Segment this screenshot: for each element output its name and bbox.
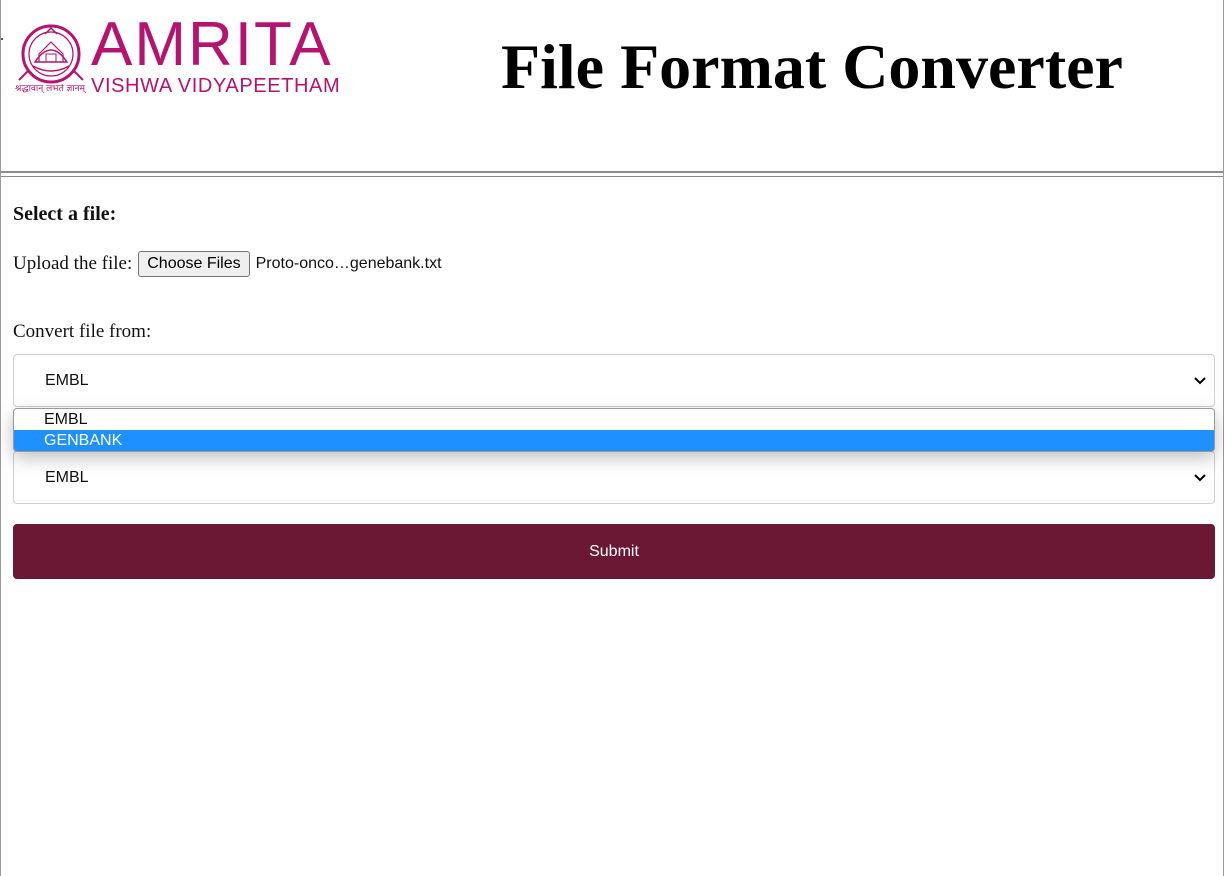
convert-from-value: EMBL	[45, 371, 89, 389]
chevron-down-icon	[1194, 472, 1206, 484]
upload-row: Upload the file: Choose Files Proto-onco…	[13, 250, 1215, 278]
submit-button[interactable]: Submit	[13, 524, 1215, 579]
amrita-logo: AMRITA VISHWA VIDYAPEETHAM श्रद्धावान् ल…	[15, 14, 387, 100]
option-genbank[interactable]: GENBANK	[14, 430, 1214, 451]
choose-files-button[interactable]: Choose Files	[138, 251, 250, 277]
section-heading: Select a file:	[13, 203, 117, 225]
page-title: File Format Converter	[501, 31, 1123, 102]
upload-label: Upload the file:	[13, 253, 133, 274]
logo-tagline: श्रद्धावान् लभते ज्ञानम्	[15, 84, 85, 94]
selected-file-name: Proto-onco…genebank.txt	[255, 255, 442, 272]
header-divider	[1, 171, 1223, 177]
page-header: AMRITA VISHWA VIDYAPEETHAM श्रद्धावान् ल…	[1, 0, 1223, 170]
convert-from-label: Convert file from:	[13, 321, 152, 342]
logo-wordmark: AMRITA	[91, 10, 333, 79]
option-embl[interactable]: EMBL	[14, 409, 1214, 430]
converter-form: Select a file: Upload the file: Choose F…	[13, 196, 1215, 579]
page: AMRITA VISHWA VIDYAPEETHAM श्रद्धावान् ल…	[0, 0, 1224, 876]
convert-from-options: EMBL GENBANK	[13, 408, 1215, 452]
convert-from-select[interactable]: EMBL	[13, 354, 1215, 407]
logo-subtitle: VISHWA VIDYAPEETHAM	[91, 75, 341, 97]
convert-to-value: EMBL	[45, 468, 89, 486]
chevron-down-icon	[1194, 375, 1206, 387]
amrita-emblem-icon	[18, 24, 84, 84]
convert-to-select[interactable]: EMBL	[13, 451, 1215, 504]
